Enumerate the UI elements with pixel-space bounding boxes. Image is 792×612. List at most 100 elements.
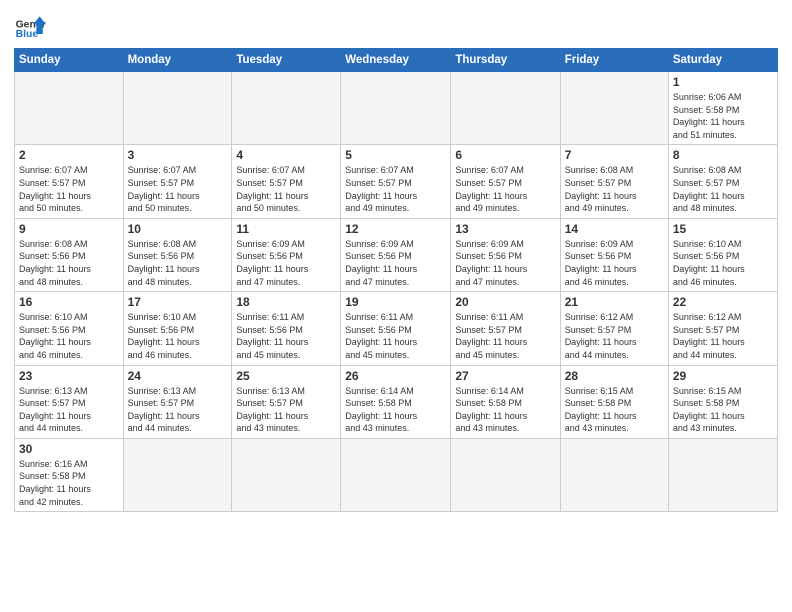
day-number: 12 [345, 222, 446, 236]
day-info: Sunrise: 6:07 AM Sunset: 5:57 PM Dayligh… [19, 164, 119, 214]
calendar-cell: 4Sunrise: 6:07 AM Sunset: 5:57 PM Daylig… [232, 145, 341, 218]
day-number: 16 [19, 295, 119, 309]
calendar-cell: 14 Sunrise: 6:09 AM Sunset: 5:56 PM Dayli… [560, 218, 668, 291]
day-info: Sunrise: 6:10 AM Sunset: 5:56 PM Dayligh… [673, 238, 773, 288]
calendar-cell: 12 Sunrise: 6:09 AM Sunset: 5:56 PM Dayli… [341, 218, 451, 291]
calendar-cell: 26 Sunrise: 6:14 AM Sunset: 5:58 PM Dayli… [341, 365, 451, 438]
calendar-cell: 19 Sunrise: 6:11 AM Sunset: 5:56 PM Dayli… [341, 292, 451, 365]
day-info: Sunrise: 6:10 AM Sunset: 5:56 PM Dayligh… [128, 311, 228, 361]
calendar-cell [451, 438, 560, 511]
day-number: 1 [673, 75, 773, 89]
day-info: Sunrise: 6:11 AM Sunset: 5:57 PM Dayligh… [455, 311, 555, 361]
calendar-cell [560, 438, 668, 511]
day-info: Sunrise: 6:08 AM Sunset: 5:56 PM Dayligh… [128, 238, 228, 288]
day-number: 11 [236, 222, 336, 236]
calendar-cell: 18Sunrise: 6:11 AM Sunset: 5:56 PM Dayli… [232, 292, 341, 365]
day-number: 19 [345, 295, 446, 309]
day-number: 23 [19, 369, 119, 383]
day-info: Sunrise: 6:13 AM Sunset: 5:57 PM Dayligh… [128, 385, 228, 435]
calendar-cell [123, 72, 232, 145]
day-info: Sunrise: 6:14 AM Sunset: 5:58 PM Dayligh… [345, 385, 446, 435]
day-info: Sunrise: 6:09 AM Sunset: 5:56 PM Dayligh… [345, 238, 446, 288]
calendar-cell: 29Sunrise: 6:15 AM Sunset: 5:58 PM Dayli… [668, 365, 777, 438]
weekday-header-sunday: Sunday [15, 49, 124, 72]
calendar-cell: 9 Sunrise: 6:08 AM Sunset: 5:56 PM Daylig… [15, 218, 124, 291]
calendar-cell: 1 Sunrise: 6:06 AM Sunset: 5:58 PM Daylig… [668, 72, 777, 145]
weekday-header-saturday: Saturday [668, 49, 777, 72]
day-info: Sunrise: 6:16 AM Sunset: 5:58 PM Dayligh… [19, 458, 119, 508]
calendar-cell [560, 72, 668, 145]
week-row-1: 1 Sunrise: 6:06 AM Sunset: 5:58 PM Daylig… [15, 72, 778, 145]
day-number: 10 [128, 222, 228, 236]
week-row-3: 9 Sunrise: 6:08 AM Sunset: 5:56 PM Daylig… [15, 218, 778, 291]
day-info: Sunrise: 6:13 AM Sunset: 5:57 PM Dayligh… [236, 385, 336, 435]
calendar-cell: 2 Sunrise: 6:07 AM Sunset: 5:57 PM Daylig… [15, 145, 124, 218]
day-info: Sunrise: 6:12 AM Sunset: 5:57 PM Dayligh… [673, 311, 773, 361]
day-number: 7 [565, 148, 664, 162]
calendar-cell: 6 Sunrise: 6:07 AM Sunset: 5:57 PM Daylig… [451, 145, 560, 218]
day-info: Sunrise: 6:07 AM Sunset: 5:57 PM Dayligh… [455, 164, 555, 214]
calendar-cell: 20Sunrise: 6:11 AM Sunset: 5:57 PM Dayli… [451, 292, 560, 365]
calendar-cell: 7 Sunrise: 6:08 AM Sunset: 5:57 PM Daylig… [560, 145, 668, 218]
calendar-cell: 16 Sunrise: 6:10 AM Sunset: 5:56 PM Dayli… [15, 292, 124, 365]
calendar-cell: 10 Sunrise: 6:08 AM Sunset: 5:56 PM Dayli… [123, 218, 232, 291]
calendar-cell: 28Sunrise: 6:15 AM Sunset: 5:58 PM Dayli… [560, 365, 668, 438]
calendar-cell: 8 Sunrise: 6:08 AM Sunset: 5:57 PM Daylig… [668, 145, 777, 218]
day-number: 13 [455, 222, 555, 236]
day-info: Sunrise: 6:15 AM Sunset: 5:58 PM Dayligh… [565, 385, 664, 435]
day-info: Sunrise: 6:14 AM Sunset: 5:58 PM Dayligh… [455, 385, 555, 435]
day-info: Sunrise: 6:09 AM Sunset: 5:56 PM Dayligh… [236, 238, 336, 288]
calendar-cell [232, 438, 341, 511]
calendar-cell: 3 Sunrise: 6:07 AM Sunset: 5:57 PM Daylig… [123, 145, 232, 218]
calendar-cell [668, 438, 777, 511]
calendar-cell [15, 72, 124, 145]
weekday-header-tuesday: Tuesday [232, 49, 341, 72]
day-number: 8 [673, 148, 773, 162]
weekday-header-wednesday: Wednesday [341, 49, 451, 72]
calendar-cell [341, 72, 451, 145]
day-info: Sunrise: 6:08 AM Sunset: 5:56 PM Dayligh… [19, 238, 119, 288]
calendar-cell: 24Sunrise: 6:13 AM Sunset: 5:57 PM Dayli… [123, 365, 232, 438]
day-info: Sunrise: 6:11 AM Sunset: 5:56 PM Dayligh… [236, 311, 336, 361]
weekday-header-friday: Friday [560, 49, 668, 72]
week-row-2: 2 Sunrise: 6:07 AM Sunset: 5:57 PM Daylig… [15, 145, 778, 218]
day-number: 2 [19, 148, 119, 162]
calendar-cell: 13Sunrise: 6:09 AM Sunset: 5:56 PM Dayli… [451, 218, 560, 291]
day-info: Sunrise: 6:09 AM Sunset: 5:56 PM Dayligh… [565, 238, 664, 288]
day-number: 4 [236, 148, 336, 162]
calendar-cell: 11 Sunrise: 6:09 AM Sunset: 5:56 PM Dayli… [232, 218, 341, 291]
day-info: Sunrise: 6:11 AM Sunset: 5:56 PM Dayligh… [345, 311, 446, 361]
page: General Blue SundayMondayTuesdayWednesda… [0, 0, 792, 612]
calendar-cell [451, 72, 560, 145]
day-number: 27 [455, 369, 555, 383]
calendar-cell: 17 Sunrise: 6:10 AM Sunset: 5:56 PM Dayli… [123, 292, 232, 365]
day-number: 3 [128, 148, 228, 162]
day-number: 30 [19, 442, 119, 456]
day-number: 6 [455, 148, 555, 162]
logo: General Blue [14, 10, 46, 42]
day-number: 21 [565, 295, 664, 309]
calendar-cell: 15 Sunrise: 6:10 AM Sunset: 5:56 PM Dayli… [668, 218, 777, 291]
day-number: 15 [673, 222, 773, 236]
day-info: Sunrise: 6:10 AM Sunset: 5:56 PM Dayligh… [19, 311, 119, 361]
day-number: 9 [19, 222, 119, 236]
day-number: 17 [128, 295, 228, 309]
calendar-cell: 5Sunrise: 6:07 AM Sunset: 5:57 PM Daylig… [341, 145, 451, 218]
logo-icon: General Blue [14, 10, 46, 42]
calendar-cell [232, 72, 341, 145]
weekday-header-monday: Monday [123, 49, 232, 72]
day-info: Sunrise: 6:15 AM Sunset: 5:58 PM Dayligh… [673, 385, 773, 435]
day-info: Sunrise: 6:08 AM Sunset: 5:57 PM Dayligh… [565, 164, 664, 214]
day-info: Sunrise: 6:07 AM Sunset: 5:57 PM Dayligh… [345, 164, 446, 214]
week-row-6: 30 Sunrise: 6:16 AM Sunset: 5:58 PM Dayli… [15, 438, 778, 511]
calendar-cell [123, 438, 232, 511]
calendar-cell [341, 438, 451, 511]
day-number: 14 [565, 222, 664, 236]
day-info: Sunrise: 6:08 AM Sunset: 5:57 PM Dayligh… [673, 164, 773, 214]
day-info: Sunrise: 6:06 AM Sunset: 5:58 PM Dayligh… [673, 91, 773, 141]
day-number: 26 [345, 369, 446, 383]
calendar-cell: 23Sunrise: 6:13 AM Sunset: 5:57 PM Dayli… [15, 365, 124, 438]
day-info: Sunrise: 6:07 AM Sunset: 5:57 PM Dayligh… [128, 164, 228, 214]
calendar-cell: 21Sunrise: 6:12 AM Sunset: 5:57 PM Dayli… [560, 292, 668, 365]
calendar: SundayMondayTuesdayWednesdayThursdayFrid… [14, 48, 778, 512]
